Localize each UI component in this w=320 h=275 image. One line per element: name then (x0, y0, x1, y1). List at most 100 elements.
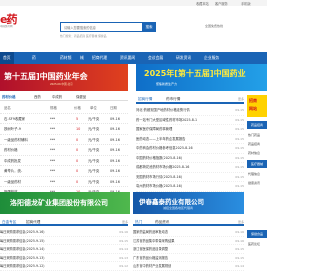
news-date: 09-15 (235, 127, 244, 131)
news-item[interactable]: 成都荷花池药材市场价格2025-8-16 09-15 (136, 163, 244, 173)
table-row[interactable]: 药材价格 *** 0 元/千克 09-16 (0, 145, 128, 156)
nav-item-news[interactable]: 资讯要闻 (120, 52, 135, 64)
cell-date: 09-16 (110, 127, 120, 131)
tab-health-products[interactable]: 保健品 (76, 93, 86, 101)
search-button[interactable]: 搜索 (142, 22, 156, 32)
tab-platinum[interactable]: 白金专区 (2, 218, 16, 226)
cell-name: 石-SF9收藏家 (4, 116, 26, 121)
news-item[interactable]: 安国药材市场行情(2025-8-16) 09-15 (136, 173, 244, 182)
news-title: 中药商会药材价格参考信息2025-8-16 (136, 146, 193, 150)
right-link[interactable]: 代理信息 (248, 170, 267, 178)
right-link[interactable]: 药品招商 (248, 140, 267, 148)
news-item[interactable]: 国家医疗保障局药事管理 09-15 (136, 125, 244, 135)
news-item[interactable]: 中药商会药材价格参考信息2025-8-16 09-15 (136, 144, 244, 154)
list-item[interactable]: 每日采购需求信息(2025-9-16) 09-16 (0, 228, 128, 237)
banner-right-title: 2025年[第十五届]中国药业 (144, 69, 246, 78)
banner-pharma-conference-right[interactable]: 2025年[第十五届]中国药业 聚焦新质生产力 (136, 64, 267, 91)
nav-item-drug[interactable]: 药 (32, 52, 36, 64)
ad-banner-mining[interactable]: 洛阳德龙矿业集团股份有限公司 (0, 192, 130, 214)
table-row[interactable]: 一级品药材辅料 *** 0 元/千克 09-16 (0, 135, 128, 145)
cell-price: 0 (76, 169, 79, 173)
top-link-mobile[interactable]: 手机版 (241, 1, 251, 6)
news-item[interactable]: 药一站专门大型区域性药材市场2025-8-1 09-15 (136, 116, 244, 125)
table-row[interactable]: 中成药批发 *** 0 元/千克 09-16 (0, 156, 128, 166)
list-item[interactable]: 每日采购需求信息(2025-9-15) 09-15 (0, 237, 128, 245)
right-link[interactable]: 医药论坛 (248, 240, 267, 248)
list-item[interactable]: 国家药监局药品审批动态 09-16 (133, 228, 244, 237)
news-title: 国家医疗保障局药事管理 (136, 127, 173, 131)
cell-date: 09-16 (110, 148, 120, 152)
news-item[interactable]: 亳州药材市场价格(2025-8-16) 09-15 (136, 182, 244, 192)
right-link[interactable]: 健康资讯 (248, 179, 267, 187)
cell-unit: 元/千克 (88, 116, 100, 121)
news-title: 亳州药材市场价格(2025-8-16) (136, 184, 183, 188)
list-item[interactable]: 山东省中药材产业发展规划 09-14 (133, 262, 244, 271)
news-date: 09-15 (235, 136, 244, 141)
nav-item-device[interactable]: 械 (80, 52, 84, 64)
list-item[interactable]: 广东省药品价格监测报告 09-15 (133, 254, 244, 262)
right-button-devices[interactable]: 医疗器械 (247, 160, 267, 168)
cell-date: 09-16 (110, 116, 120, 121)
logo-subtitle: 中国医药网 (0, 25, 13, 28)
right-link[interactable]: 药材信息 (248, 149, 267, 157)
hotline-text: 全国免费热线 (205, 24, 224, 28)
right-ad-banner[interactable]: 招商 网站 (247, 95, 267, 117)
cell-name: 黄芩片，统- (4, 169, 23, 173)
cell-price: 10 (76, 127, 81, 131)
news-item[interactable]: 医药动态——上半年药企发展报告 09-15 (136, 135, 244, 144)
lower-left-more[interactable]: 更多 (122, 218, 128, 226)
search-input[interactable] (64, 25, 134, 31)
top-link-favorite[interactable]: 收藏本站 (196, 1, 209, 6)
cell-unit: 元/千克 (88, 127, 100, 131)
tab-herb-price[interactable]: 药材价格 (2, 93, 16, 101)
tab-agency[interactable]: 招商代理 (26, 218, 40, 226)
tab-hot[interactable]: 热门 (135, 218, 142, 226)
list-item-title: 每日采购需求信息(2025-9-16) (0, 230, 45, 234)
right-button-health[interactable]: 保健食品 (247, 230, 267, 238)
ad-banner-mining-text: 洛阳德龙矿业集团股份有限公司 (10, 199, 108, 207)
news-item[interactable]: 河北·药都安国产地药材价格走势行情 09-15 (136, 106, 244, 116)
banner-right-subtitle: 聚焦新质生产力 (156, 82, 178, 86)
list-item-date: 09-14 (119, 247, 128, 251)
table-row[interactable]: 石-SF9收藏家 *** 5 元/千克 09-16 (0, 114, 128, 124)
ad-banner-pharma[interactable]: 伊春鑫泰药业有限公司 诚招全国各地区代理商 (133, 192, 244, 214)
table-row[interactable]: 铁树叶子-9 *** 10 元/千克 09-16 (0, 124, 128, 135)
lower-mid-more[interactable]: 更多 (238, 218, 244, 226)
top-link-service[interactable]: 客户服务 (215, 1, 228, 6)
news-more-link[interactable]: 更多 (238, 95, 244, 104)
hot-search-words[interactable]: 热门搜索：药品招商 医疗器械 保健品 (60, 34, 107, 38)
nav-item-research[interactable]: 研发资讯 (176, 52, 191, 64)
list-item-title: 每日采购需求信息(2025-9-15) (0, 238, 45, 243)
list-item[interactable]: 每日采购需求信息(2025-9-13) 09-13 (0, 254, 128, 262)
nav-item-herb[interactable]: 药材频 (60, 52, 71, 64)
cell-price: 0 (76, 158, 79, 163)
table-row[interactable]: 黄芩片，统- *** 0 元/千克 09-16 (0, 166, 128, 177)
tab-invest-news[interactable]: 招商行情 (138, 95, 152, 104)
cell-spec: *** (50, 179, 56, 184)
nav-item-agency[interactable]: 招商代理 (92, 52, 107, 64)
banner-pharma-conference-left[interactable]: 第十五届]中国药业年会 2025.06 中国·北京 (0, 64, 128, 91)
news-item[interactable]: 中国药材价格指数(2025-8-16) 09-15 (136, 154, 244, 163)
list-item-date: 09-16 (119, 230, 128, 234)
list-item[interactable]: 江苏省药品集中带量采购结果 09-16 (133, 237, 244, 245)
list-item[interactable]: 每日采购需求信息(2025-9-12) 09-12 (0, 262, 128, 271)
right-button-drugs[interactable]: 药品招商 (247, 121, 267, 129)
cell-unit: 元/千克 (88, 148, 100, 152)
search-box: 搜索 (60, 22, 156, 32)
tab-chinese-patent[interactable]: 中成药 (52, 93, 62, 101)
list-item-date: 09-16 (235, 238, 244, 243)
tab-western-medicine[interactable]: 西药 (34, 93, 41, 101)
tab-drug-news[interactable]: 药品资讯 (155, 218, 169, 226)
list-item-date: 09-12 (119, 264, 128, 268)
cell-name: 铁树叶子-9 (4, 127, 21, 131)
nav-item-home[interactable]: 首页 (0, 52, 14, 64)
site-logo[interactable]: e药 中国医药网 (0, 8, 22, 28)
right-link[interactable]: 热门药品 (248, 131, 267, 139)
table-row[interactable]: 一级品药材 *** 0 元/千克 09-16 (0, 177, 128, 187)
list-item[interactable]: 浙江省医保药品目录调整 09-15 (133, 245, 244, 254)
nav-item-exhibition[interactable]: 会议会展 (148, 52, 163, 64)
nav-item-service[interactable]: 企业服务 (204, 52, 219, 64)
tab-market-news[interactable]: 药市行情 (166, 95, 180, 104)
list-item[interactable]: 每日采购需求信息(2025-9-14) 09-14 (0, 245, 128, 254)
news-date: 09-15 (235, 117, 244, 122)
